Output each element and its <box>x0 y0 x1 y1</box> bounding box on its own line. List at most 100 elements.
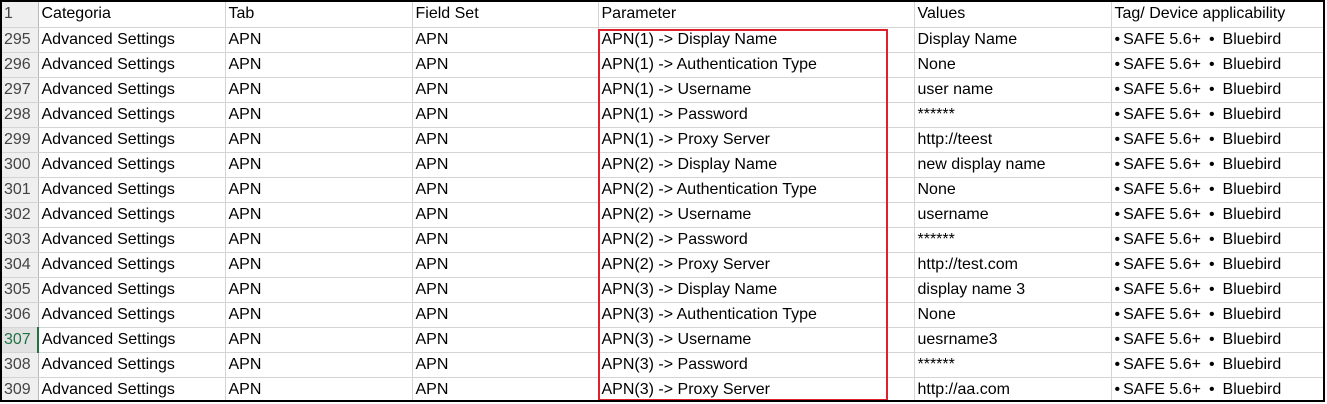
cell-field-set[interactable]: APN <box>412 277 599 303</box>
cell-categoria[interactable]: Advanced Settings <box>38 252 226 278</box>
row-number[interactable]: 303 <box>2 227 39 253</box>
cell-tag[interactable]: • SAFE 5.6+ • Bluebird <box>1111 377 1323 400</box>
row-number[interactable]: 305 <box>2 277 39 303</box>
cell-tag[interactable]: • SAFE 5.6+ • Bluebird <box>1111 202 1323 228</box>
cell-field-set[interactable]: APN <box>412 302 599 328</box>
cell-tag[interactable]: • SAFE 5.6+ • Bluebird <box>1111 77 1323 103</box>
cell-parameter[interactable]: APN(2) -> Proxy Server <box>598 252 915 278</box>
header-field-set[interactable]: Field Set <box>412 2 599 28</box>
cell-tab[interactable]: APN <box>225 327 413 353</box>
cell-tag[interactable]: • SAFE 5.6+ • Bluebird <box>1111 152 1323 178</box>
row-number[interactable]: 300 <box>2 152 39 178</box>
cell-field-set[interactable]: APN <box>412 77 599 103</box>
header-parameter[interactable]: Parameter <box>598 2 915 28</box>
row-number[interactable]: 309 <box>2 377 39 400</box>
cell-tab[interactable]: APN <box>225 227 413 253</box>
cell-tab[interactable]: APN <box>225 127 413 153</box>
cell-categoria[interactable]: Advanced Settings <box>38 52 226 78</box>
header-values[interactable]: Values <box>914 2 1112 28</box>
cell-value[interactable]: user name <box>914 77 1112 103</box>
header-tag[interactable]: Tag/ Device applicability <box>1111 2 1323 28</box>
cell-tab[interactable]: APN <box>225 377 413 400</box>
cell-tab[interactable]: APN <box>225 277 413 303</box>
cell-value[interactable]: new display name <box>914 152 1112 178</box>
cell-tag[interactable]: • SAFE 5.6+ • Bluebird <box>1111 177 1323 203</box>
cell-categoria[interactable]: Advanced Settings <box>38 202 226 228</box>
cell-parameter[interactable]: APN(1) -> Password <box>598 102 915 128</box>
cell-field-set[interactable]: APN <box>412 27 599 53</box>
cell-parameter[interactable]: APN(1) -> Display Name <box>598 27 915 53</box>
cell-tab[interactable]: APN <box>225 352 413 378</box>
cell-tag[interactable]: • SAFE 5.6+ • Bluebird <box>1111 277 1323 303</box>
cell-value[interactable]: uesrname3 <box>914 327 1112 353</box>
row-number[interactable]: 302 <box>2 202 39 228</box>
row-number[interactable]: 301 <box>2 177 39 203</box>
cell-field-set[interactable]: APN <box>412 102 599 128</box>
cell-value[interactable]: Display Name <box>914 27 1112 53</box>
cell-categoria[interactable]: Advanced Settings <box>38 277 226 303</box>
cell-value[interactable]: display name 3 <box>914 277 1112 303</box>
cell-tab[interactable]: APN <box>225 102 413 128</box>
cell-tag[interactable]: • SAFE 5.6+ • Bluebird <box>1111 102 1323 128</box>
cell-value[interactable]: ****** <box>914 102 1112 128</box>
cell-field-set[interactable]: APN <box>412 52 599 78</box>
cell-value[interactable]: None <box>914 52 1112 78</box>
cell-categoria[interactable]: Advanced Settings <box>38 127 226 153</box>
cell-parameter[interactable]: APN(3) -> Password <box>598 352 915 378</box>
cell-field-set[interactable]: APN <box>412 327 599 353</box>
cell-value[interactable]: http://aa.com <box>914 377 1112 400</box>
cell-tab[interactable]: APN <box>225 27 413 53</box>
cell-tab[interactable]: APN <box>225 52 413 78</box>
cell-value[interactable]: username <box>914 202 1112 228</box>
cell-categoria[interactable]: Advanced Settings <box>38 102 226 128</box>
cell-categoria[interactable]: Advanced Settings <box>38 327 226 353</box>
cell-field-set[interactable]: APN <box>412 177 599 203</box>
header-categoria[interactable]: Categoria <box>38 2 226 28</box>
row-number-header[interactable]: 1 <box>2 2 39 28</box>
cell-value[interactable]: None <box>914 177 1112 203</box>
cell-categoria[interactable]: Advanced Settings <box>38 77 226 103</box>
cell-parameter[interactable]: APN(2) -> Password <box>598 227 915 253</box>
cell-tab[interactable]: APN <box>225 152 413 178</box>
cell-parameter[interactable]: APN(3) -> Display Name <box>598 277 915 303</box>
cell-value[interactable]: ****** <box>914 352 1112 378</box>
row-number[interactable]: 297 <box>2 77 39 103</box>
cell-parameter[interactable]: APN(3) -> Username <box>598 327 915 353</box>
cell-categoria[interactable]: Advanced Settings <box>38 302 226 328</box>
cell-categoria[interactable]: Advanced Settings <box>38 177 226 203</box>
cell-tag[interactable]: • SAFE 5.6+ • Bluebird <box>1111 302 1323 328</box>
cell-value[interactable]: http://test.com <box>914 252 1112 278</box>
cell-tab[interactable]: APN <box>225 77 413 103</box>
cell-field-set[interactable]: APN <box>412 227 599 253</box>
cell-tag[interactable]: • SAFE 5.6+ • Bluebird <box>1111 227 1323 253</box>
cell-tag[interactable]: • SAFE 5.6+ • Bluebird <box>1111 127 1323 153</box>
row-number[interactable]: 306 <box>2 302 39 328</box>
row-number[interactable]: 296 <box>2 52 39 78</box>
cell-tag[interactable]: • SAFE 5.6+ • Bluebird <box>1111 52 1323 78</box>
cell-parameter[interactable]: APN(3) -> Authentication Type <box>598 302 915 328</box>
cell-categoria[interactable]: Advanced Settings <box>38 377 226 400</box>
cell-parameter[interactable]: APN(2) -> Authentication Type <box>598 177 915 203</box>
cell-categoria[interactable]: Advanced Settings <box>38 227 226 253</box>
cell-categoria[interactable]: Advanced Settings <box>38 152 226 178</box>
cell-tab[interactable]: APN <box>225 202 413 228</box>
cell-parameter[interactable]: APN(2) -> Display Name <box>598 152 915 178</box>
row-number[interactable]: 304 <box>2 252 39 278</box>
cell-parameter[interactable]: APN(3) -> Proxy Server <box>598 377 915 400</box>
cell-parameter[interactable]: APN(1) -> Proxy Server <box>598 127 915 153</box>
cell-parameter[interactable]: APN(1) -> Username <box>598 77 915 103</box>
cell-value[interactable]: ****** <box>914 227 1112 253</box>
cell-tag[interactable]: • SAFE 5.6+ • Bluebird <box>1111 252 1323 278</box>
cell-field-set[interactable]: APN <box>412 352 599 378</box>
header-tab[interactable]: Tab <box>225 2 413 28</box>
row-number[interactable]: 299 <box>2 127 39 153</box>
row-number[interactable]: 298 <box>2 102 39 128</box>
cell-value[interactable]: http://teest <box>914 127 1112 153</box>
cell-field-set[interactable]: APN <box>412 127 599 153</box>
cell-field-set[interactable]: APN <box>412 252 599 278</box>
cell-field-set[interactable]: APN <box>412 152 599 178</box>
cell-parameter[interactable]: APN(1) -> Authentication Type <box>598 52 915 78</box>
cell-field-set[interactable]: APN <box>412 377 599 400</box>
cell-tag[interactable]: • SAFE 5.6+ • Bluebird <box>1111 352 1323 378</box>
cell-field-set[interactable]: APN <box>412 202 599 228</box>
